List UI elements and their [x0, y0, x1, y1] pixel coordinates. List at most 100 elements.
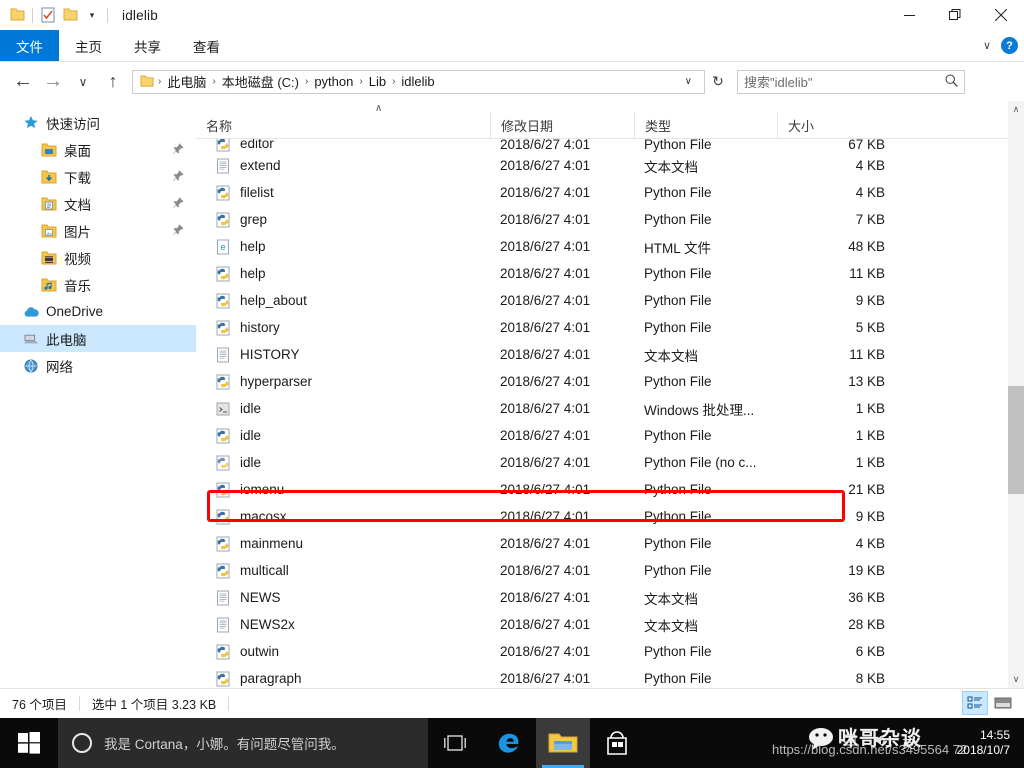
file-name-cell[interactable]: filelist — [196, 184, 490, 201]
file-name-cell[interactable]: paragraph — [196, 670, 490, 687]
customize-qat-chevron-icon[interactable]: ▾ — [81, 4, 103, 26]
scrollbar-thumb[interactable] — [1008, 386, 1024, 494]
expand-ribbon-chevron-icon[interactable]: ∨ — [983, 39, 991, 52]
file-name-cell[interactable]: extend — [196, 157, 490, 174]
sidebar-item-1[interactable]: 桌面 — [0, 136, 196, 163]
file-name-cell[interactable]: idle — [196, 400, 490, 417]
properties-icon[interactable] — [37, 4, 59, 26]
vertical-scrollbar[interactable]: ∧ ∨ — [1008, 101, 1024, 688]
start-button[interactable] — [0, 718, 58, 768]
minimize-button[interactable] — [886, 0, 932, 30]
details-view-button[interactable] — [962, 691, 988, 715]
table-row[interactable]: mainmenu 2018/6/27 4:01 Python File 4 KB — [196, 530, 1008, 557]
column-header-type[interactable]: 类型 — [634, 111, 777, 139]
table-row[interactable]: paragraph 2018/6/27 4:01 Python File 8 KB — [196, 665, 1008, 688]
tab-home[interactable]: 主页 — [59, 30, 118, 61]
file-name-cell[interactable]: hyperparser — [196, 373, 490, 390]
breadcrumb-dropdown-icon[interactable]: ∨ — [681, 76, 700, 87]
file-name-cell[interactable]: help_about — [196, 292, 490, 309]
cortana-search-box[interactable]: 我是 Cortana，小娜。有问题尽管问我。 — [58, 718, 428, 768]
sidebar-item-8[interactable]: 此电脑 — [0, 325, 196, 352]
file-name-cell[interactable]: NEWS — [196, 589, 490, 606]
tab-file[interactable]: 文件 — [0, 30, 59, 61]
breadcrumb-item-lib[interactable]: Lib — [366, 74, 389, 89]
sidebar-item-4[interactable]: 图片 — [0, 217, 196, 244]
table-row[interactable]: extend 2018/6/27 4:01 文本文档 4 KB — [196, 152, 1008, 179]
task-view-button[interactable] — [428, 718, 482, 768]
status-selection-info: 选中 1 个项目 3.23 KB — [91, 698, 217, 712]
breadcrumb[interactable]: › 此电脑 › 本地磁盘 (C:) › python › Lib › idlel… — [132, 69, 705, 94]
refresh-button[interactable]: ↻ — [705, 70, 731, 94]
file-explorer-icon[interactable] — [536, 718, 590, 768]
table-row[interactable]: NEWS 2018/6/27 4:01 文本文档 36 KB — [196, 584, 1008, 611]
python-file-icon — [214, 481, 231, 498]
table-row[interactable]: filelist 2018/6/27 4:01 Python File 4 KB — [196, 179, 1008, 206]
table-row[interactable]: outwin 2018/6/27 4:01 Python File 6 KB — [196, 638, 1008, 665]
sidebar-item-3[interactable]: 文档 — [0, 190, 196, 217]
file-name-cell[interactable]: HISTORY — [196, 346, 490, 363]
forward-button[interactable]: → — [38, 67, 68, 97]
table-row[interactable]: editor 2018/6/27 4:01 Python File 67 KB — [196, 139, 1008, 152]
close-button[interactable] — [978, 0, 1024, 30]
folder-icon[interactable] — [6, 4, 28, 26]
table-row[interactable]: history 2018/6/27 4:01 Python File 5 KB — [196, 314, 1008, 341]
table-row[interactable]: hyperparser 2018/6/27 4:01 Python File 13 K… — [196, 368, 1008, 395]
file-name-cell[interactable]: idle — [196, 427, 490, 444]
maximize-button[interactable] — [932, 0, 978, 30]
sidebar-item-5[interactable]: 视频 — [0, 244, 196, 271]
edge-icon[interactable] — [482, 718, 536, 768]
table-row[interactable]: macosx 2018/6/27 4:01 Python File 9 KB — [196, 503, 1008, 530]
table-row[interactable]: help 2018/6/27 4:01 Python File 11 KB — [196, 260, 1008, 287]
breadcrumb-item-idlelib[interactable]: idlelib — [398, 74, 437, 89]
file-name-cell[interactable]: macosx — [196, 508, 490, 525]
table-row[interactable]: grep 2018/6/27 4:01 Python File 7 KB — [196, 206, 1008, 233]
tab-view[interactable]: 查看 — [177, 30, 236, 61]
pin-icon[interactable] — [173, 197, 184, 210]
new-folder-icon[interactable] — [59, 4, 81, 26]
file-name-cell[interactable]: mainmenu — [196, 535, 490, 552]
file-name-cell[interactable]: editor — [196, 139, 490, 152]
file-name-cell[interactable]: NEWS2x — [196, 616, 490, 633]
table-row[interactable]: idle 2018/6/27 4:01 Windows 批处理... 1 KB — [196, 395, 1008, 422]
table-row[interactable]: NEWS2x 2018/6/27 4:01 文本文档 28 KB — [196, 611, 1008, 638]
microsoft-store-icon[interactable] — [590, 718, 644, 768]
sidebar-item-2[interactable]: 下载 — [0, 163, 196, 190]
pin-icon[interactable] — [173, 143, 184, 156]
table-row[interactable]: idle 2018/6/27 4:01 Python File (no c... 1 … — [196, 449, 1008, 476]
help-button[interactable]: ? — [1001, 37, 1018, 54]
back-button[interactable]: ← — [8, 67, 38, 97]
table-row[interactable]: help_about 2018/6/27 4:01 Python File 9 KB — [196, 287, 1008, 314]
scroll-up-button[interactable]: ∧ — [1008, 101, 1024, 118]
breadcrumb-item-python[interactable]: python — [311, 74, 356, 89]
sidebar-item-9[interactable]: 网络 — [0, 352, 196, 379]
table-row[interactable]: idle 2018/6/27 4:01 Python File 1 KB — [196, 422, 1008, 449]
column-header-name[interactable]: 名称 — [196, 112, 490, 139]
file-name-cell[interactable]: outwin — [196, 643, 490, 660]
scroll-down-button[interactable]: ∨ — [1008, 671, 1024, 688]
file-name-cell[interactable]: iomenu — [196, 481, 490, 498]
table-row[interactable]: HISTORY 2018/6/27 4:01 文本文档 11 KB — [196, 341, 1008, 368]
sidebar-item-0[interactable]: 快速访问 — [0, 109, 196, 136]
pin-icon[interactable] — [173, 224, 184, 237]
sidebar-item-7[interactable]: OneDrive — [0, 298, 196, 325]
tab-share[interactable]: 共享 — [118, 30, 177, 61]
column-header-date[interactable]: 修改日期 — [490, 111, 634, 139]
table-row[interactable]: multicall 2018/6/27 4:01 Python File 19 KB — [196, 557, 1008, 584]
sidebar-item-6[interactable]: 音乐 — [0, 271, 196, 298]
recent-locations-button[interactable]: ∨ — [68, 67, 98, 97]
file-name-cell[interactable]: help — [196, 265, 490, 282]
search-input[interactable]: 搜索"idlelib" — [737, 69, 965, 94]
column-header-size[interactable]: 大小 — [777, 111, 907, 139]
table-row[interactable]: iomenu 2018/6/27 4:01 Python File 21 KB — [196, 476, 1008, 503]
file-name-cell[interactable]: grep — [196, 211, 490, 228]
pin-icon[interactable] — [173, 170, 184, 183]
large-icons-view-button[interactable] — [990, 691, 1016, 715]
table-row[interactable]: e help 2018/6/27 4:01 HTML 文件 48 KB — [196, 233, 1008, 260]
file-name-cell[interactable]: history — [196, 319, 490, 336]
breadcrumb-item-local-disk[interactable]: 本地磁盘 (C:) — [219, 72, 302, 91]
up-button[interactable]: ↑ — [98, 67, 128, 97]
file-name-cell[interactable]: e help — [196, 238, 490, 255]
file-name-cell[interactable]: idle — [196, 454, 490, 471]
breadcrumb-item-this-pc[interactable]: 此电脑 — [164, 72, 209, 91]
file-name-cell[interactable]: multicall — [196, 562, 490, 579]
